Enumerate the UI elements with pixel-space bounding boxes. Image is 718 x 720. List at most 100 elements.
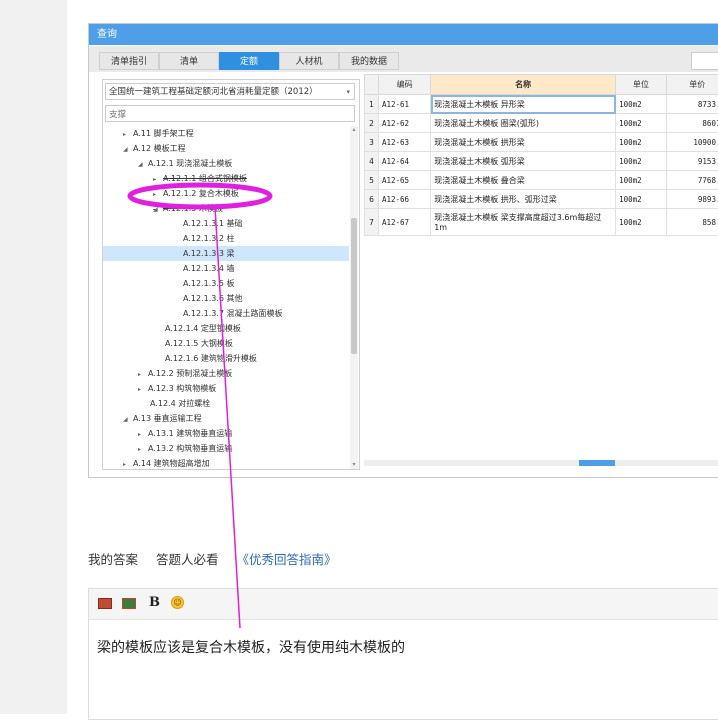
collapse-arrow-icon[interactable]: ◢ [123,412,133,427]
expand-arrow-icon[interactable]: ▸ [153,172,163,187]
unit-cell[interactable]: 100m2 [616,152,666,171]
hscroll-thumb[interactable] [579,460,615,466]
tree-node[interactable]: ▸A.12.2 预制混凝土模板 [103,366,349,381]
collapse-arrow-icon[interactable]: ◢ [123,142,133,157]
table-row[interactable]: 4A12-64现浇混凝土木模板 弧形梁100m29153.0 [365,152,718,171]
expand-arrow-icon[interactable]: ▸ [138,427,148,442]
unit-cell[interactable]: 100m2 [616,133,666,152]
unit-cell[interactable]: 100m2 [616,171,666,190]
tab-labor-material-machine[interactable]: 人材机 [279,52,339,70]
name-cell[interactable]: 现浇混凝土木模板 圈梁(弧形) [431,114,616,133]
tree-node[interactable]: ▸A.13.2 构筑物垂直运输 [103,441,349,456]
table-row[interactable]: 5A12-65现浇混凝土木模板 叠合梁100m27768.2 [365,171,718,190]
expand-arrow-icon[interactable]: ▸ [138,382,148,397]
tree-node[interactable]: A.12.1.3.2 柱 [103,231,349,246]
answer-editor[interactable]: B ☺ 梁的模板应该是复合木模板，没有使用纯木模板的 [88,588,718,720]
price-cell[interactable]: 7768.2 [666,171,718,190]
tree-node-label: A.12.1.3.2 柱 [183,234,235,243]
tree-node-label: A.11 脚手架工程 [133,129,194,138]
name-cell[interactable]: 现浇混凝土木模板 叠合梁 [431,171,616,190]
search-input[interactable] [105,105,355,122]
tab-extra-control[interactable] [691,52,718,70]
unit-cell[interactable]: 100m2 [616,95,666,114]
col-header-code[interactable]: 编码 [378,75,430,95]
tree-node[interactable]: A.12.1.3.1 基础 [103,216,349,231]
col-header-name[interactable]: 名称 [431,75,616,95]
tree-node[interactable]: ◢A.12 模板工程 [103,141,349,156]
image-upload-icon[interactable] [122,598,136,609]
tree-node[interactable]: A.12.1.4 定型钢模板 [103,321,349,336]
name-cell[interactable]: 现浇混凝土木模板 拱形梁 [431,133,616,152]
tree-node-label: A.13.2 构筑物垂直运输 [148,444,232,453]
code-cell[interactable]: A12-65 [378,171,430,190]
col-header-unit[interactable]: 单位 [616,75,666,95]
unit-cell[interactable]: 100m2 [616,190,666,209]
tab-my-data[interactable]: 我的数据 [339,52,399,70]
answer-text[interactable]: 梁的模板应该是复合木模板，没有使用纯木模板的 [97,637,405,657]
tree-node[interactable]: ▸A.12.3 构筑物模板 [103,381,349,396]
scroll-thumb[interactable] [351,218,357,354]
price-cell[interactable]: 858.3 [666,209,718,236]
expand-arrow-icon[interactable]: ▸ [153,187,163,202]
expand-arrow-icon[interactable]: ▸ [123,457,133,469]
price-cell[interactable]: 10900.0 [666,133,718,152]
name-cell[interactable]: 现浇混凝土木模板 拱形、弧形过梁 [431,190,616,209]
quota-select[interactable]: 全国统一建筑工程基础定额河北省消耗量定额（2012） ▾ [105,83,355,100]
tree-node[interactable]: A.12.1.3.3 梁 [103,246,349,261]
tree-scrollbar[interactable]: ▴ ▾ [350,126,358,469]
tree-node[interactable]: A.12.1.3.6 其他 [103,291,349,306]
tree-node[interactable]: ▸A.12.1.1 组合式钢模板 [103,171,349,186]
expand-arrow-icon[interactable]: ▸ [123,127,133,142]
scroll-down-icon[interactable]: ▾ [350,461,358,469]
tree-node[interactable]: ▸A.11 脚手架工程 [103,126,349,141]
price-cell[interactable]: 9893.3 [666,190,718,209]
tree-node[interactable]: A.12.4 对拉螺栓 [103,396,349,411]
code-cell[interactable]: A12-67 [378,209,430,236]
code-cell[interactable]: A12-66 [378,190,430,209]
tree-node[interactable]: ◢A.13 垂直运输工程 [103,411,349,426]
unit-cell[interactable]: 100m2 [616,209,666,236]
emoji-icon[interactable]: ☺ [171,596,184,609]
tab-list-guide[interactable]: 清单指引 [99,52,159,70]
code-cell[interactable]: A12-63 [378,133,430,152]
name-cell[interactable]: 现浇混凝土木模板 弧形梁 [431,152,616,171]
tree-node-label: A.12.1.3.1 基础 [183,219,243,228]
table-row[interactable]: 1A12-61现浇混凝土木模板 异形梁100m28733.2 [365,95,718,114]
tab-list[interactable]: 清单 [159,52,219,70]
tree-node[interactable]: ▸A.14 建筑物超高增加 [103,456,349,469]
table-row[interactable]: 3A12-63现浇混凝土木模板 拱形梁100m210900.0 [365,133,718,152]
table-row[interactable]: 6A12-66现浇混凝土木模板 拱形、弧形过梁100m29893.3 [365,190,718,209]
tree-node[interactable]: ▸A.12.1.2 复合木模板 [103,186,349,201]
code-cell[interactable]: A12-64 [378,152,430,171]
collapse-arrow-icon[interactable]: ◢ [153,202,163,217]
expand-arrow-icon[interactable]: ▸ [138,367,148,382]
tab-quota[interactable]: 定额 [219,52,279,70]
name-cell[interactable]: 现浇混凝土木模板 梁支撑高度超过3.6m每超过1m [431,209,616,236]
grid-hscrollbar[interactable] [364,460,718,466]
tree-node[interactable]: ◢A.12.1.3 木模板 [103,201,349,216]
name-cell[interactable]: 现浇混凝土木模板 异形梁 [431,95,616,114]
tree-node[interactable]: A.12.1.3.4 墙 [103,261,349,276]
tree-node[interactable]: A.12.1.5 大钢模板 [103,336,349,351]
price-cell[interactable]: 8733.2 [666,95,718,114]
tree-node[interactable]: ▸A.13.1 建筑物垂直运输 [103,426,349,441]
col-header-price[interactable]: 单价 [666,75,718,95]
tree-node[interactable]: A.12.1.3.7 混凝土路面模板 [103,306,349,321]
table-row[interactable]: 7A12-67现浇混凝土木模板 梁支撑高度超过3.6m每超过1m100m2858… [365,209,718,236]
expand-arrow-icon[interactable]: ▸ [138,442,148,457]
image-icon[interactable] [98,598,112,609]
scroll-up-icon[interactable]: ▴ [350,126,358,134]
price-cell[interactable]: 9153.0 [666,152,718,171]
code-cell[interactable]: A12-62 [378,114,430,133]
collapse-arrow-icon[interactable]: ◢ [138,157,148,172]
bold-icon[interactable]: B [149,595,160,610]
table-row[interactable]: 2A12-62现浇混凝土木模板 圈梁(弧形)100m28601. [365,114,718,133]
tree-node[interactable]: A.12.1.3.5 板 [103,276,349,291]
unit-cell[interactable]: 100m2 [616,114,666,133]
tree-node[interactable]: ◢A.12.1 现浇混凝土模板 [103,156,349,171]
price-cell[interactable]: 8601. [666,114,718,133]
guide-link[interactable]: 《优秀回答指南》 [237,552,337,567]
tree-node[interactable]: A.12.1.6 建筑物滑升模板 [103,351,349,366]
code-cell[interactable]: A12-61 [378,95,430,114]
quota-tree-pane: 全国统一建筑工程基础定额河北省消耗量定额（2012） ▾ ▸A.11 脚手架工程… [102,79,360,470]
